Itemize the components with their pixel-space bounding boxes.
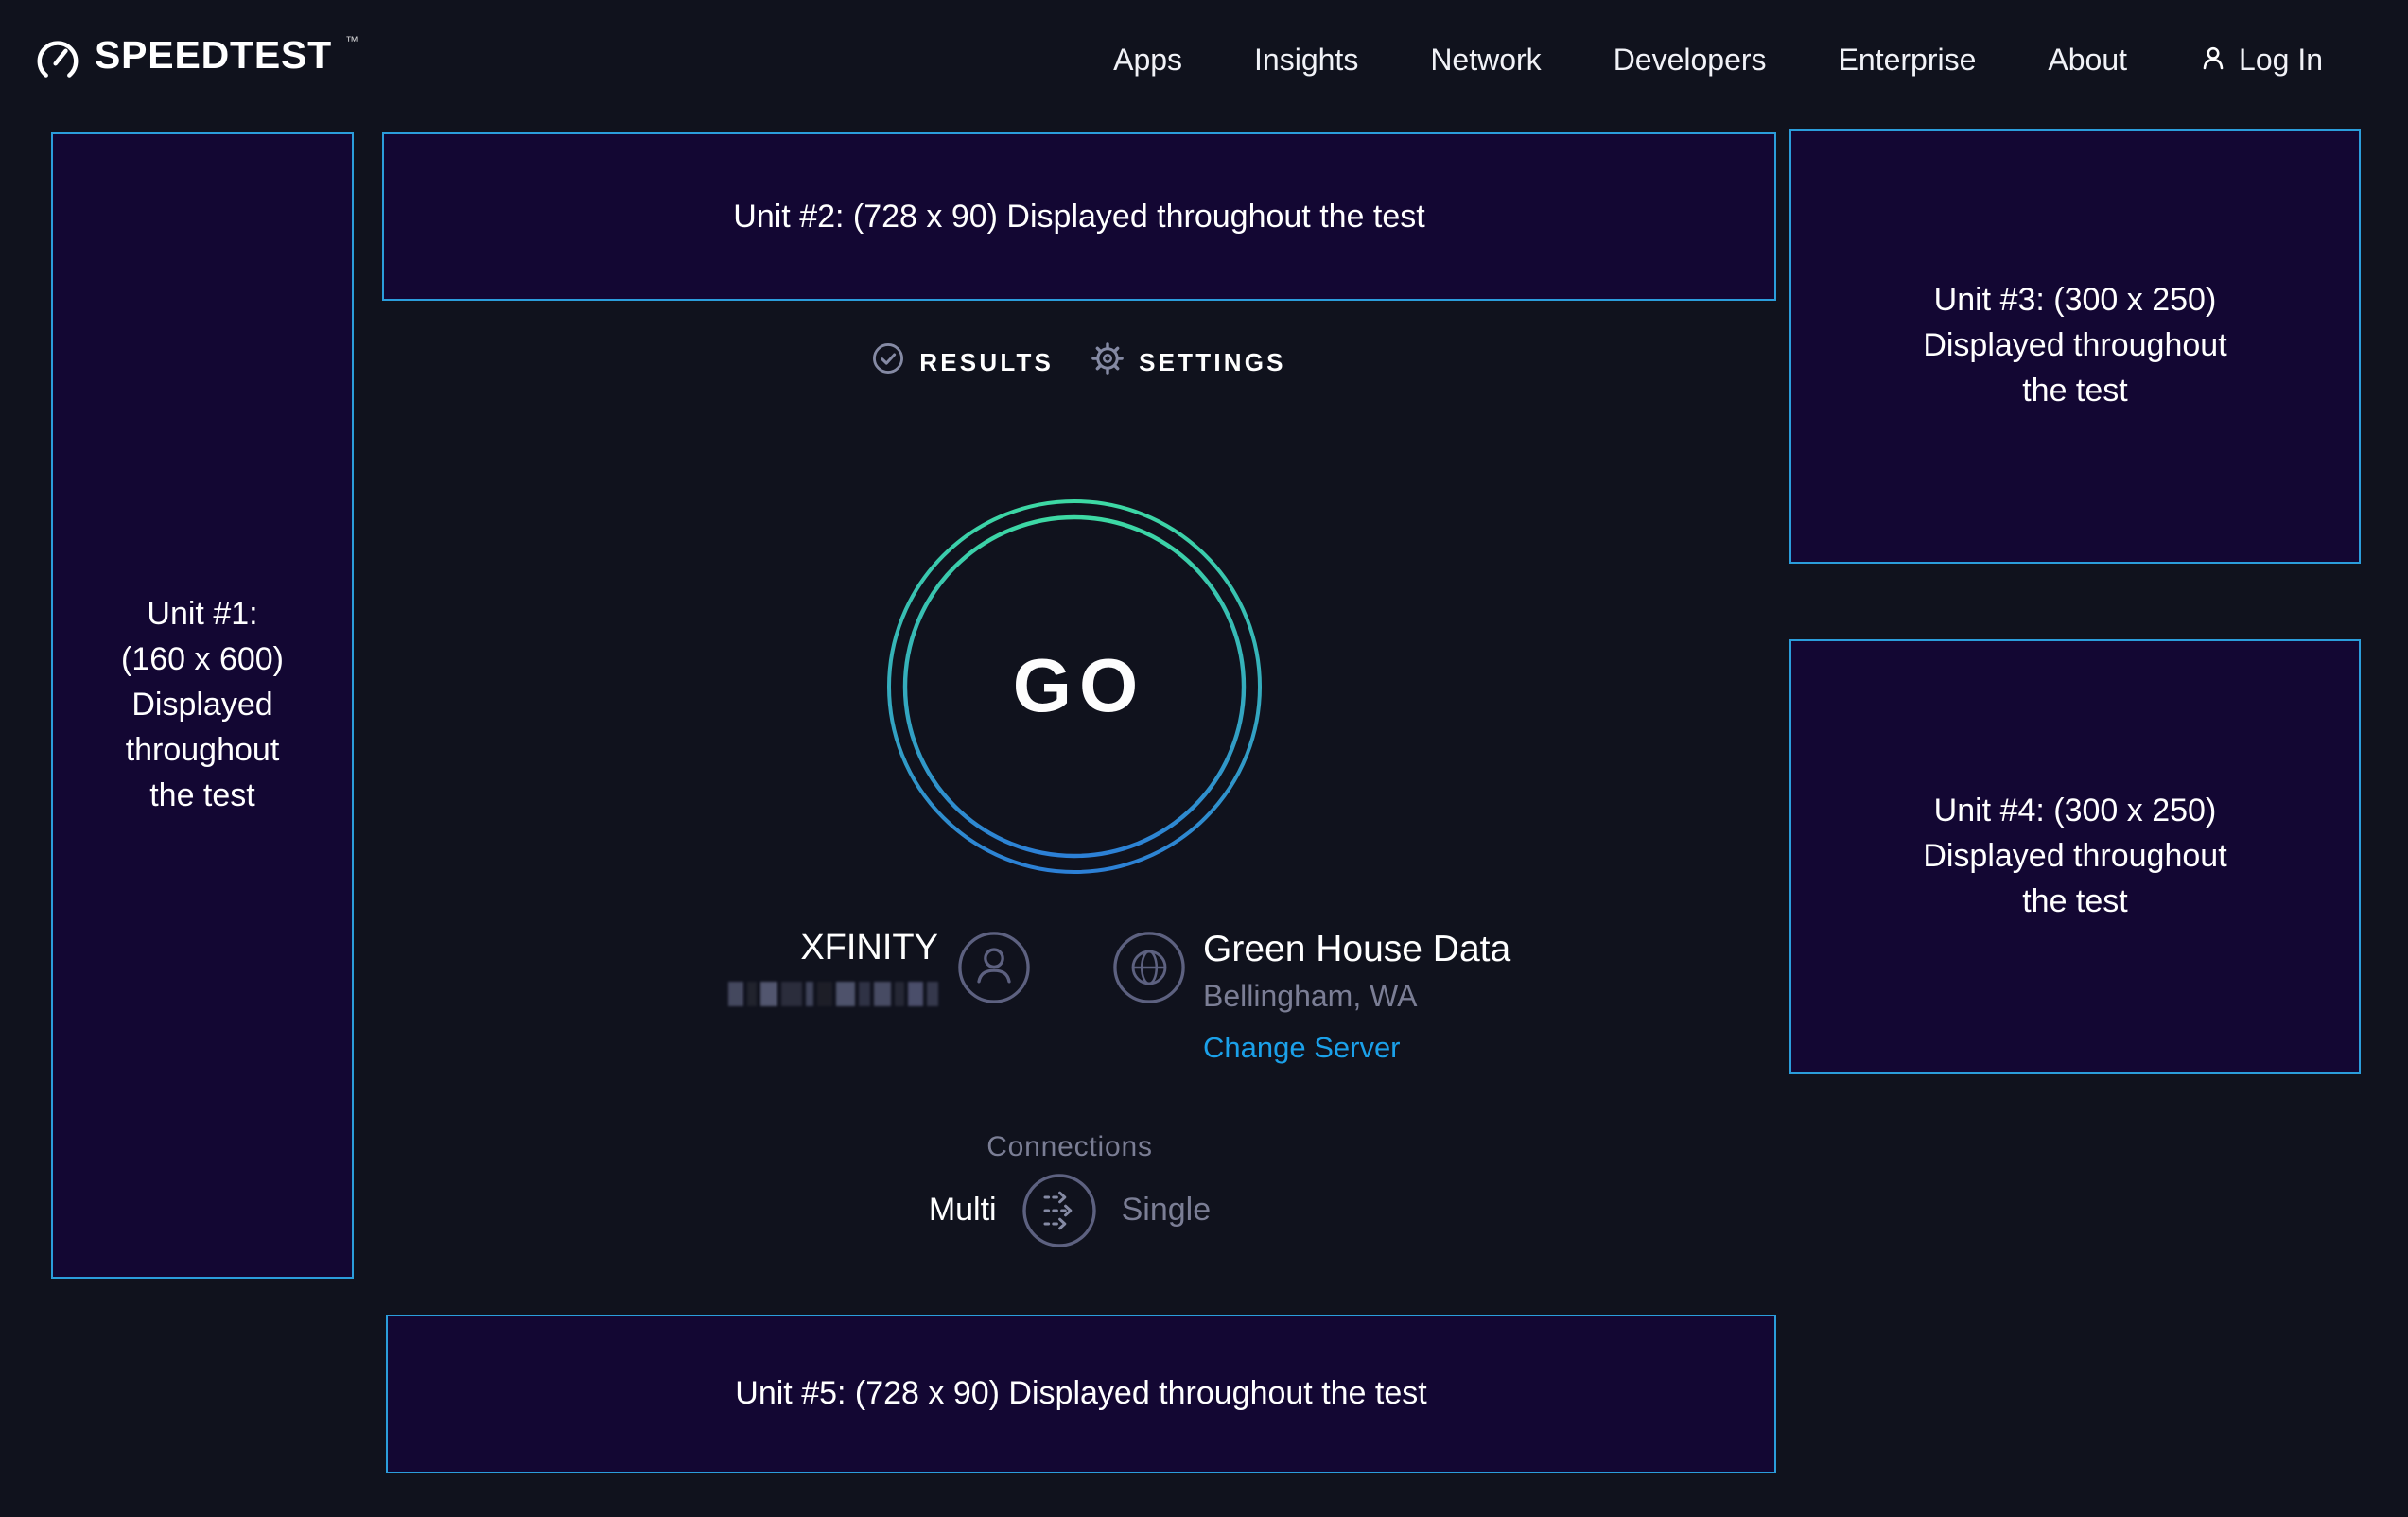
server-globe-icon xyxy=(1112,931,1186,1004)
go-button[interactable]: GO xyxy=(881,494,1267,880)
connections-toggle-row: Multi Single xyxy=(382,1173,1757,1248)
server-location: Bellingham, WA xyxy=(1203,982,1510,1016)
ad-unit-5-leaderboard[interactable]: Unit #5: (728 x 90) Displayed throughout… xyxy=(386,1315,1776,1473)
nav-item-enterprise[interactable]: Enterprise xyxy=(1839,45,1977,79)
nav-item-insights[interactable]: Insights xyxy=(1254,45,1358,79)
user-icon xyxy=(2199,44,2225,80)
ad-unit-2-text: Unit #2: (728 x 90) Displayed throughout… xyxy=(733,194,1424,239)
ad-unit-3-rectangle[interactable]: Unit #3: (300 x 250) Displayed throughou… xyxy=(1789,129,2361,564)
connections-multi-option[interactable]: Multi xyxy=(929,1192,997,1229)
speedtest-logo[interactable]: SPEEDTEST ™ xyxy=(34,32,358,93)
login-label: Log In xyxy=(2239,45,2323,79)
logo-wordmark: SPEEDTEST xyxy=(95,32,332,81)
tab-settings[interactable]: SETTINGS xyxy=(1091,342,1286,380)
gear-icon xyxy=(1091,342,1124,380)
redacted-ip xyxy=(728,982,938,1006)
ad-unit-5-text: Unit #5: (728 x 90) Displayed throughout… xyxy=(735,1371,1426,1417)
ad-unit-1-text: Unit #1: (160 x 600) Displayed throughou… xyxy=(121,592,284,819)
ad-unit-3-text: Unit #3: (300 x 250) Displayed throughou… xyxy=(1923,278,2226,414)
connections-heading: Connections xyxy=(382,1131,1757,1163)
main-nav: Apps Insights Network Developers Enterpr… xyxy=(1113,44,2323,80)
ad-unit-1-skyscraper[interactable]: Unit #1: (160 x 600) Displayed throughou… xyxy=(51,132,354,1279)
nav-item-apps[interactable]: Apps xyxy=(1113,45,1182,79)
isp-name: XFINITY xyxy=(636,931,938,968)
change-server-link[interactable]: Change Server xyxy=(1203,1033,1510,1067)
speedtest-page: SPEEDTEST ™ Apps Insights Network Develo… xyxy=(0,0,2408,1517)
ad-unit-4-text: Unit #4: (300 x 250) Displayed throughou… xyxy=(1923,789,2226,925)
gauge-logo-icon xyxy=(34,32,81,93)
top-nav-bar: SPEEDTEST ™ Apps Insights Network Develo… xyxy=(0,0,2408,125)
nav-item-network[interactable]: Network xyxy=(1430,45,1541,79)
go-label: GO xyxy=(881,494,1267,880)
connections-single-option[interactable]: Single xyxy=(1122,1192,1212,1229)
login-button[interactable]: Log In xyxy=(2199,44,2323,80)
tab-settings-label: SETTINGS xyxy=(1139,347,1286,375)
server-block: Green House Data Bellingham, WA Change S… xyxy=(1203,931,1510,1067)
check-circle-icon xyxy=(872,342,904,380)
results-settings-tabs: RESULTS SETTINGS xyxy=(382,342,1776,380)
ad-unit-4-rectangle[interactable]: Unit #4: (300 x 250) Displayed throughou… xyxy=(1789,639,2361,1074)
tab-results[interactable]: RESULTS xyxy=(872,342,1054,380)
nav-item-developers[interactable]: Developers xyxy=(1614,45,1767,79)
nav-item-about[interactable]: About xyxy=(2048,45,2127,79)
server-name: Green House Data xyxy=(1203,931,1510,968)
tab-results-label: RESULTS xyxy=(919,347,1054,375)
ad-unit-2-leaderboard[interactable]: Unit #2: (728 x 90) Displayed throughout… xyxy=(382,132,1776,301)
trademark-mark: ™ xyxy=(345,36,358,49)
isp-avatar-icon xyxy=(957,931,1031,1004)
connections-toggle-icon[interactable] xyxy=(1021,1173,1097,1248)
isp-block: XFINITY xyxy=(636,931,938,1016)
